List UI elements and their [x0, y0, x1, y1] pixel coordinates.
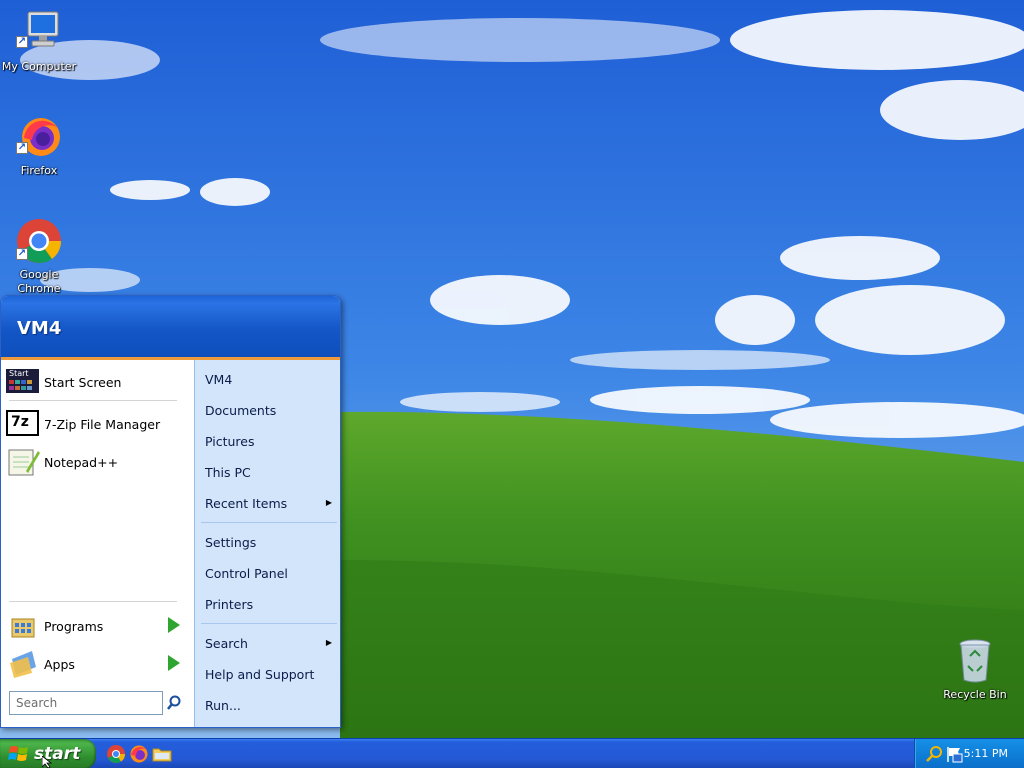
divider	[9, 601, 177, 602]
7zip-badge: 7z	[11, 414, 29, 430]
start-menu-search-input[interactable]	[9, 691, 163, 715]
pinned-item-label: Start Screen	[44, 374, 122, 390]
submenu-arrow-icon: ▶	[325, 498, 332, 507]
start-screen-badge: Start	[9, 369, 29, 378]
start-button-label: start	[34, 744, 81, 764]
pinned-item-label: 7-Zip File Manager	[44, 416, 161, 432]
pinned-item-start-screen[interactable]: Start Start Screen	[6, 366, 191, 398]
right-item-label: Pictures	[205, 433, 255, 449]
firefox-icon: ↗	[14, 112, 64, 162]
right-item-label: Control Panel	[205, 565, 288, 581]
pinned-item-notepadpp[interactable]: Notepad++	[6, 446, 191, 478]
start-menu-header: VM4	[1, 296, 340, 360]
right-item-run[interactable]: Run...	[195, 692, 340, 718]
my-computer-icon: ↗	[14, 8, 64, 58]
submenu-arrow-icon: ▶	[325, 638, 332, 647]
programs-label: Programs	[44, 618, 104, 634]
desktop-icon-google-chrome[interactable]: ↗ Google Chrome	[1, 216, 77, 296]
start-screen-icon: Start	[6, 367, 40, 397]
chrome-icon: ↗	[14, 216, 64, 266]
file-explorer-icon[interactable]	[152, 744, 172, 764]
chevron-right-icon	[168, 655, 180, 671]
start-menu: VM4 Start Start Screen 7z 7-Zip File Man…	[0, 295, 341, 728]
firefox-icon[interactable]	[129, 744, 149, 764]
search-icon[interactable]	[165, 694, 183, 712]
pinned-item-7zip[interactable]: 7z 7-Zip File Manager	[6, 408, 191, 440]
right-item-label: Settings	[205, 534, 257, 550]
desktop-icon-firefox[interactable]: ↗ Firefox	[1, 112, 77, 178]
pinned-item-label: Notepad++	[44, 454, 119, 470]
chrome-icon[interactable]	[106, 744, 126, 764]
right-item-label: Documents	[205, 402, 277, 418]
right-item-recent-items[interactable]: Recent Items ▶	[195, 490, 340, 516]
apps-icon	[6, 649, 40, 679]
system-tray: 5:11 PM	[914, 739, 1024, 768]
right-item-label: VM4	[205, 371, 233, 387]
apps-label: Apps	[44, 656, 75, 672]
right-item-label: Printers	[205, 596, 254, 612]
7zip-icon: 7z	[6, 409, 40, 439]
programs-icon	[6, 611, 40, 641]
user-name: VM4	[17, 318, 62, 339]
right-item-help-and-support[interactable]: Help and Support	[195, 661, 340, 687]
notepadpp-icon	[6, 447, 40, 477]
search-icon[interactable]	[925, 745, 943, 763]
right-item-this-pc[interactable]: This PC	[195, 459, 340, 485]
right-item-user-folder[interactable]: VM4	[195, 366, 340, 392]
right-item-label: Run...	[205, 697, 241, 713]
right-item-control-panel[interactable]: Control Panel	[195, 560, 340, 586]
right-item-pictures[interactable]: Pictures	[195, 428, 340, 454]
desktop-icon-label: My Computer	[1, 60, 77, 73]
divider	[9, 400, 177, 401]
right-item-printers[interactable]: Printers	[195, 591, 340, 617]
right-item-settings[interactable]: Settings	[195, 529, 340, 555]
desktop-icon-label: Recycle Bin	[943, 688, 1007, 701]
divider	[201, 522, 337, 523]
start-menu-right-pane: VM4 Documents Pictures This PC Recent It…	[194, 360, 340, 727]
desktop-icon-label: Google Chrome	[17, 268, 61, 295]
right-item-label: Help and Support	[205, 666, 315, 682]
right-item-label: This PC	[205, 464, 251, 480]
right-item-label: Search	[205, 635, 248, 651]
apps-menu-item[interactable]: Apps	[6, 648, 191, 680]
right-item-label: Recent Items	[205, 495, 288, 511]
divider	[201, 623, 337, 624]
mouse-cursor-icon	[42, 756, 52, 768]
desktop-icon-my-computer[interactable]: ↗ My Computer	[1, 8, 77, 74]
start-menu-left-pane: Start Start Screen 7z 7-Zip File Manager	[1, 360, 194, 727]
right-item-documents[interactable]: Documents	[195, 397, 340, 423]
action-center-flag-icon[interactable]	[945, 745, 963, 763]
programs-menu-item[interactable]: Programs	[6, 610, 191, 642]
recycle-bin-icon	[950, 636, 1000, 686]
right-item-search[interactable]: Search ▶	[195, 630, 340, 656]
taskbar-clock[interactable]: 5:11 PM	[964, 747, 1008, 760]
chevron-right-icon	[168, 617, 180, 633]
taskbar: start 5:11 PM	[0, 738, 1024, 768]
desktop-icon-label: Firefox	[20, 164, 58, 177]
windows-logo-icon	[8, 743, 30, 765]
desktop-icon-recycle-bin[interactable]: Recycle Bin	[937, 636, 1013, 702]
